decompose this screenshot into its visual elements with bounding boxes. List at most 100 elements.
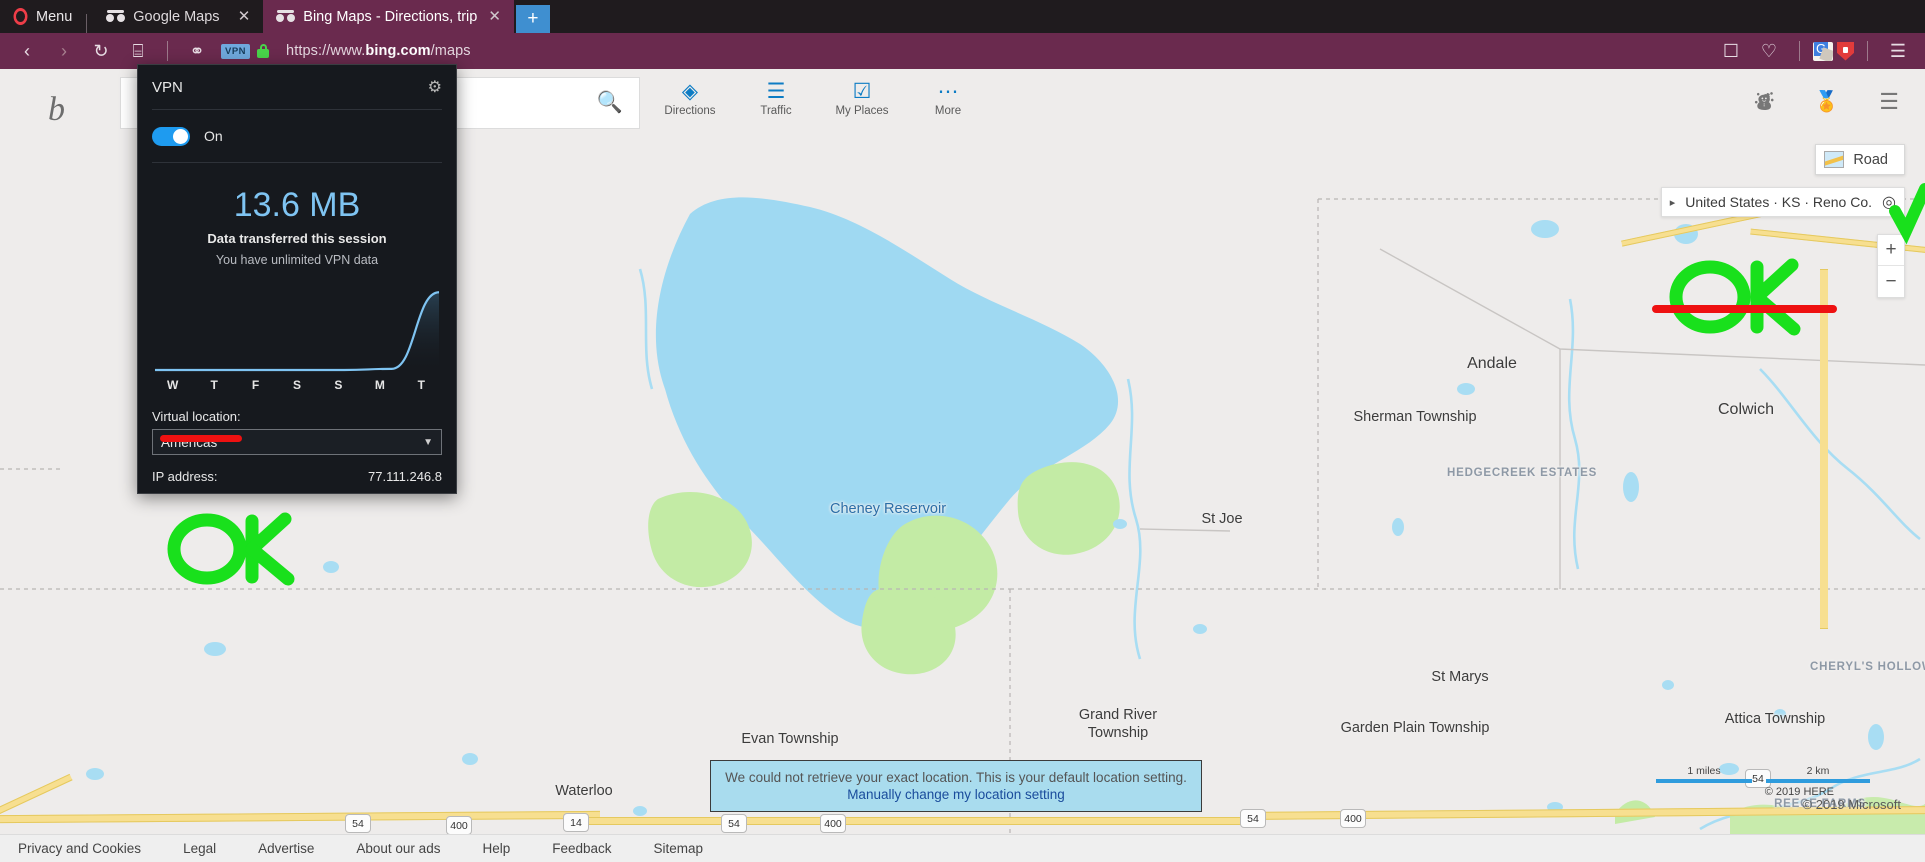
hamburger-menu-icon[interactable]: ☰ [1879,89,1899,115]
highway-shield: 54 [345,814,371,833]
tool-directions[interactable]: ◈ Directions [660,79,720,117]
reload-icon[interactable]: ↻ [84,36,118,66]
chart-tick: S [334,378,343,393]
chart-tick: S [292,378,301,393]
highway-shield: 54 [721,814,747,833]
highway-shield: 54 [1240,809,1266,828]
footer-link-about-ads[interactable]: About our ads [356,841,440,856]
tab-title: Bing Maps - Directions, trip [303,8,478,25]
vpn-chart-svg [154,291,440,372]
divider [167,41,168,61]
easy-setup-icon[interactable]: ☰ [1881,36,1915,66]
forward-icon[interactable]: › [47,36,81,66]
vpn-badge[interactable]: VPN [221,43,251,59]
map-label-cheryls-hollow: CHERYL'S HOLLOW [1810,660,1925,673]
tab-title: Google Maps [133,8,220,25]
adblock-shield-icon[interactable] [1837,41,1854,61]
map-label-st-marys: St Marys [1431,669,1489,685]
virtual-location-select[interactable]: Americas ▼ [152,429,442,456]
vpn-usage-chart [152,281,442,373]
site-badges: ⚭ VPN [180,36,270,66]
footer-link-advertise[interactable]: Advertise [258,841,314,856]
google-translate-icon[interactable] [1813,41,1833,61]
account-icon[interactable]: ⛇ [1754,87,1774,116]
vpn-toggle-row[interactable]: On [138,110,456,162]
vpn-toggle[interactable] [152,126,190,146]
opera-menu-button[interactable]: Menu [0,0,86,33]
back-icon[interactable]: ‹ [10,36,44,66]
tool-label: My Places [835,105,889,117]
url-text[interactable]: https://www.bing.com/maps [286,43,471,59]
vpn-header: VPN ⚙ [138,65,456,109]
tool-label: Traffic [760,105,792,117]
footer-link-privacy[interactable]: Privacy and Cookies [18,841,141,856]
opera-logo-icon [13,8,28,25]
vpn-toggle-state: On [204,128,223,144]
zoom-out-button[interactable]: − [1878,266,1904,297]
tab-bing-maps[interactable]: Bing Maps - Directions, trip ✕ [263,0,514,33]
map-style-selector[interactable]: Road [1815,144,1905,175]
secure-lock-icon[interactable] [257,44,270,58]
divider [86,14,88,33]
map-label-garden-plain-township: Garden Plain Township [1340,720,1490,736]
close-tab-icon[interactable]: ✕ [235,9,254,24]
change-location-link[interactable]: Manually change my location setting [721,787,1191,802]
footer-link-legal[interactable]: Legal [183,841,216,856]
scale-km: 2 km [1766,765,1870,783]
chevron-down-icon[interactable]: ▼ [423,437,433,448]
divider [1799,41,1800,61]
map-label-hedgecreek-estates: HEDGECREEK ESTATES [1447,466,1598,479]
map-style-label: Road [1853,151,1888,168]
rewards-medal-icon[interactable]: 🏅 [1814,89,1839,114]
locate-me-icon[interactable]: ◎ [1882,192,1896,212]
map-label-andale: Andale [1467,355,1517,372]
vpn-chart-x-labels: W T F S S M T [152,378,442,392]
tab-google-maps[interactable]: Google Maps ✕ [93,0,263,33]
zoom-control: + − [1877,234,1905,298]
chevron-right-icon[interactable]: ▸ [1670,196,1676,209]
chart-tick: W [167,378,179,393]
vpn-panel[interactable]: VPN ⚙ On 13.6 MB Data transferred this s… [137,64,457,494]
vpn-data-subtitle: Data transferred this session [207,231,387,247]
vpn-ip-label: IP address: [152,469,218,485]
vpn-data-note: You have unlimited VPN data [215,253,379,268]
highway-vertical [1820,269,1828,629]
speed-dial-icon[interactable]: ⌸ [121,36,155,66]
heart-icon[interactable]: ♡ [1752,36,1786,66]
location-text: United States · KS · Reno Co. [1685,194,1873,210]
gear-icon[interactable]: ⚙ [428,77,442,97]
footer-link-help[interactable]: Help [482,841,510,856]
vpn-ip-value: 77.111.246.8 [368,469,442,485]
location-pin-icon[interactable]: ⚭ [180,36,214,66]
bing-logo[interactable]: b [48,91,65,129]
highway-shield: 14 [563,813,589,832]
incognito-icon [276,10,296,23]
highway-54-mid [580,817,1260,825]
map-label-attica-township: Attica Township [1724,710,1826,727]
camera-icon[interactable]: ☐ [1714,36,1748,66]
map-label-colwich: Colwich [1717,401,1775,418]
tool-more[interactable]: ⋯ More [918,79,978,117]
footer-link-feedback[interactable]: Feedback [552,841,611,856]
address-bar-right-icons: ☐ ♡ ☰ [1714,36,1915,66]
chart-tick: M [374,378,385,393]
bing-header-right: ⛇ 🏅 ☰ [1754,87,1899,116]
search-icon[interactable]: 🔍 [597,91,623,115]
road-style-thumbnail [1824,151,1845,168]
tool-traffic[interactable]: ☰ Traffic [746,79,806,117]
vpn-data-amount: 13.6 MB [233,186,361,224]
tool-label: More [934,105,962,117]
map-label-sherman-township: Sherman Township [1353,409,1477,425]
map-toolbar: ◈ Directions ☰ Traffic ☑ My Places ⋯ Mor… [660,79,978,117]
incognito-icon [106,10,126,23]
vpn-title: VPN [152,78,183,96]
zoom-in-button[interactable]: + [1878,235,1904,266]
map-label-cheney-reservoir: Cheney Reservoir [829,501,947,517]
tool-label: Directions [664,105,716,117]
close-tab-icon[interactable]: ✕ [485,9,504,24]
highway-shield: 400 [820,814,846,833]
new-tab-button[interactable]: + [515,5,550,33]
tool-my-places[interactable]: ☑ My Places [832,79,892,117]
location-bar[interactable]: ▸ United States · KS · Reno Co. ◎ [1660,187,1905,217]
footer-link-sitemap[interactable]: Sitemap [654,841,704,856]
